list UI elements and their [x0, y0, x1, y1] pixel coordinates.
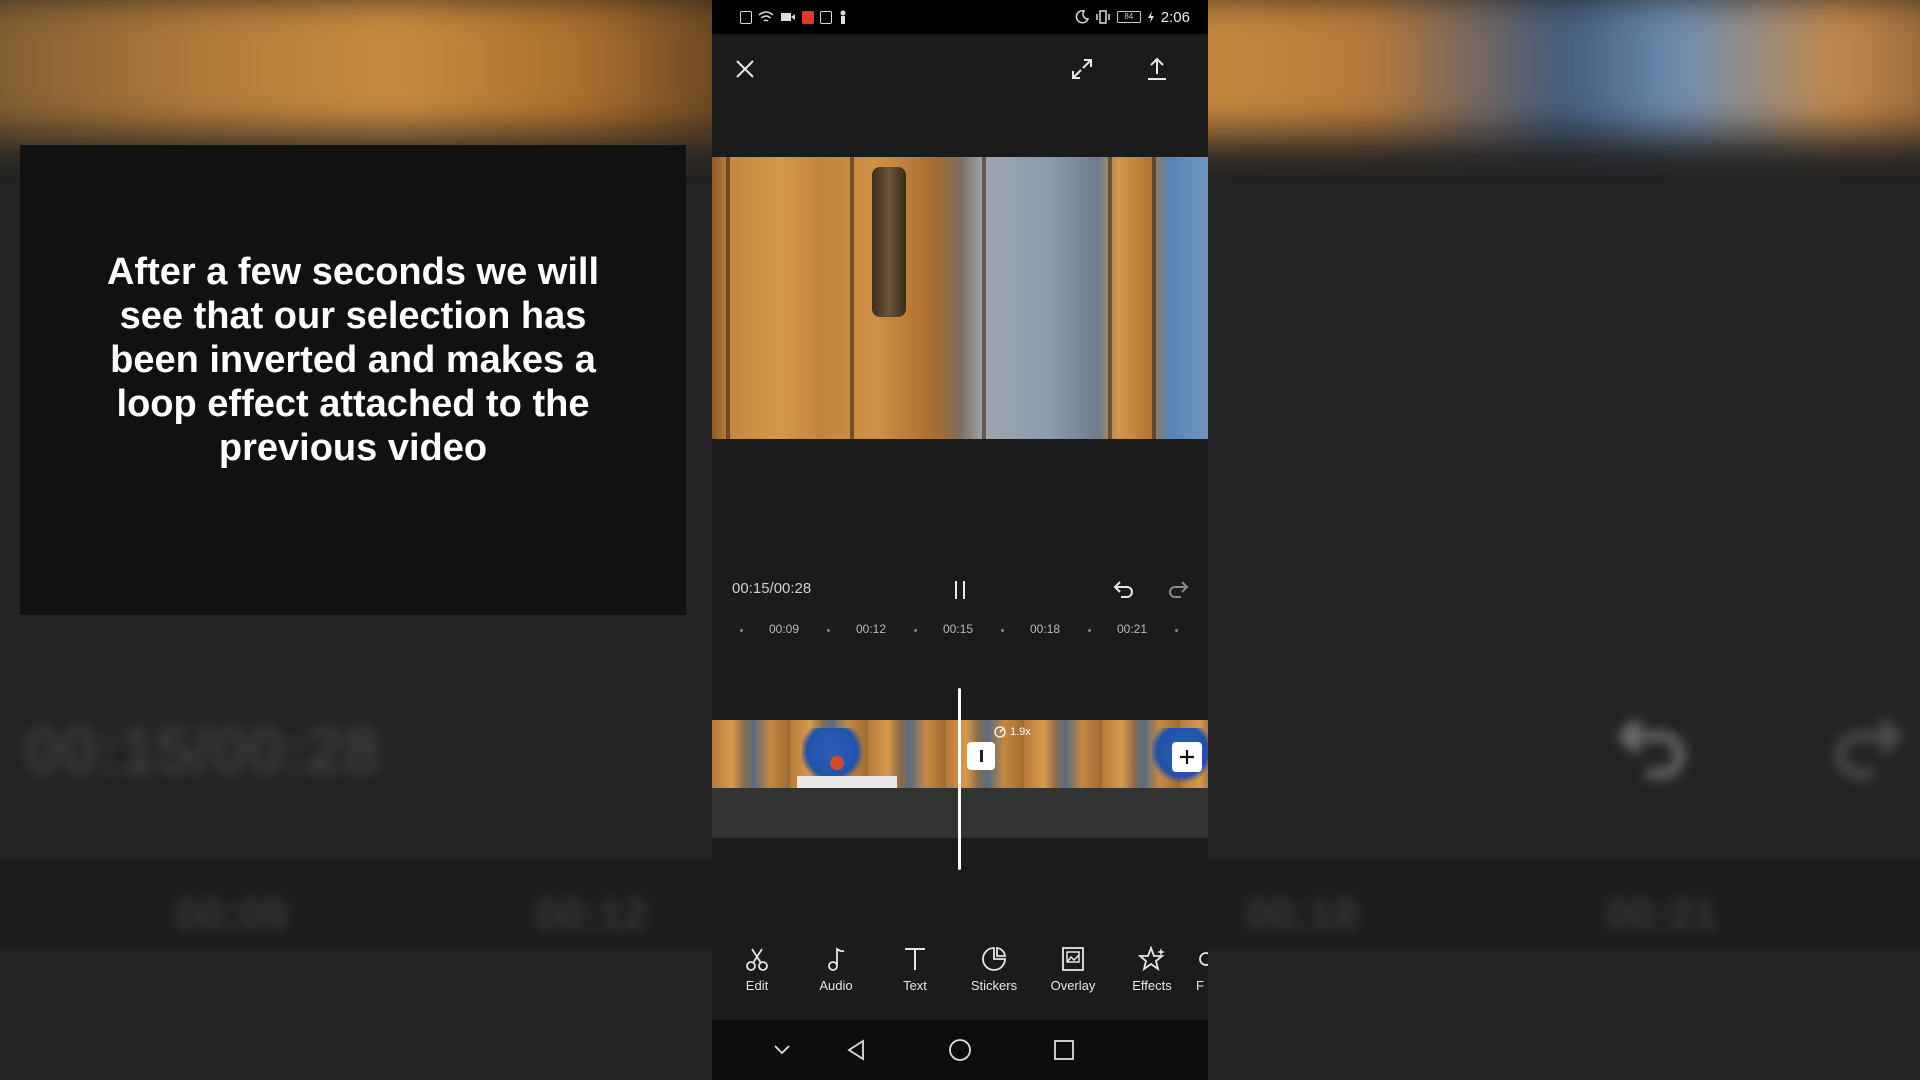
chevron-down-icon — [774, 1045, 790, 1055]
ruler-label: 00:12 — [855, 622, 887, 636]
person-icon — [840, 10, 846, 24]
ghost-redo-icon — [1835, 717, 1903, 779]
music-note-icon — [828, 947, 845, 971]
fullscreen-icon — [1072, 59, 1092, 79]
close-icon — [736, 60, 754, 78]
background-wood-right — [1172, 0, 1920, 137]
status-icons-right: 84 2:06 — [1075, 9, 1190, 26]
tool-label: Edit — [745, 978, 769, 993]
ghost-ruler-label: 00:18 — [1245, 890, 1358, 939]
ghost-ruler-label: 00:21 — [1605, 890, 1718, 939]
playhead[interactable] — [958, 688, 961, 870]
speed-gauge-icon — [994, 726, 1006, 738]
caption-panel: After a few seconds we will see that our… — [20, 145, 686, 615]
plus-icon — [1180, 750, 1194, 764]
back-triangle-icon — [847, 1039, 864, 1061]
ruler-label: 00:21 — [1116, 622, 1148, 636]
door-handle-image — [872, 167, 906, 317]
video-camera-icon — [781, 13, 795, 21]
home-button[interactable] — [944, 1034, 976, 1066]
ghost-undo-icon — [1617, 717, 1685, 779]
transition-marker[interactable] — [967, 742, 995, 770]
ghost-ruler-label: 00:09 — [175, 890, 288, 939]
add-clip-button[interactable] — [1172, 742, 1202, 772]
editor-top-bar — [712, 34, 1208, 104]
notification-icon — [740, 10, 752, 24]
tool-label: Text — [903, 978, 927, 993]
status-icons-left — [740, 10, 848, 24]
tool-text[interactable]: Text — [880, 946, 950, 993]
speed-value: 1.9x — [1010, 726, 1031, 738]
tool-label: Audio — [819, 978, 853, 993]
pause-icon — [955, 581, 965, 599]
timeline-ruler[interactable]: 00:09 00:12 00:15 00:18 00:21 — [712, 620, 1208, 640]
ghost-timecode: 00:15/00:28 — [24, 713, 380, 787]
tool-label: Overlay — [1050, 978, 1096, 993]
tool-filters[interactable]: F — [1196, 946, 1208, 993]
fullscreen-button[interactable] — [1067, 54, 1097, 84]
overlay-icon — [1062, 947, 1084, 971]
phone-screen: 84 2:06 00:15/00:28 00:09 00:12 00:15 00… — [712, 0, 1208, 1080]
ruler-label: 00:09 — [768, 622, 800, 636]
redo-icon — [1169, 581, 1189, 598]
recents-button[interactable] — [1048, 1034, 1080, 1066]
vibrate-icon — [1096, 10, 1110, 24]
tool-label: F — [1196, 978, 1204, 993]
status-bar: 84 2:06 — [712, 0, 1208, 34]
tool-effects[interactable]: Effects — [1117, 946, 1187, 993]
battery-icon: 84 — [1116, 11, 1141, 23]
undo-icon — [1113, 581, 1133, 598]
background-wood-left — [0, 0, 748, 137]
tool-overlay[interactable]: Overlay — [1038, 946, 1108, 993]
close-button[interactable] — [730, 54, 760, 84]
speed-badge: 1.9x — [994, 726, 1031, 738]
home-circle-icon — [949, 1039, 971, 1061]
text-icon — [905, 948, 925, 970]
filter-icon — [1199, 952, 1208, 966]
ruler-label: 00:15 — [942, 622, 974, 636]
undo-button[interactable] — [1110, 576, 1138, 604]
tool-stickers[interactable]: Stickers — [959, 946, 1029, 993]
ghost-ruler-label: 00:12 — [535, 890, 648, 939]
back-button[interactable] — [840, 1034, 872, 1066]
moon-icon — [1075, 10, 1089, 24]
scissors-icon — [746, 948, 768, 971]
playback-controls: 00:15/00:28 — [712, 572, 1208, 608]
bottom-toolbar: Edit Audio Text Stickers Overlay Effects… — [712, 940, 1208, 1010]
ruler-label: 00:18 — [1029, 622, 1061, 636]
app-notification-icon — [820, 10, 832, 24]
hide-keyboard-button[interactable] — [768, 1036, 796, 1064]
status-time: 2:06 — [1160, 8, 1190, 26]
tool-audio[interactable]: Audio — [801, 946, 871, 993]
effects-star-icon — [1138, 946, 1165, 972]
app-notification-icon — [802, 10, 814, 24]
tool-label: Effects — [1132, 978, 1172, 993]
caption-text: After a few seconds we will see that our… — [106, 251, 600, 469]
wifi-icon — [758, 10, 774, 22]
charging-icon — [1147, 11, 1154, 23]
timecode: 00:15/00:28 — [732, 580, 812, 597]
tool-edit[interactable]: Edit — [722, 946, 792, 993]
android-nav-bar — [712, 1020, 1208, 1080]
sticker-icon — [982, 946, 1007, 971]
pause-button[interactable] — [947, 576, 973, 604]
export-button[interactable] — [1142, 52, 1172, 84]
redo-button[interactable] — [1164, 576, 1192, 604]
upload-icon — [1148, 57, 1166, 80]
tool-label: Stickers — [970, 978, 1018, 993]
video-preview[interactable] — [712, 157, 1208, 439]
recents-square-icon — [1054, 1040, 1074, 1060]
